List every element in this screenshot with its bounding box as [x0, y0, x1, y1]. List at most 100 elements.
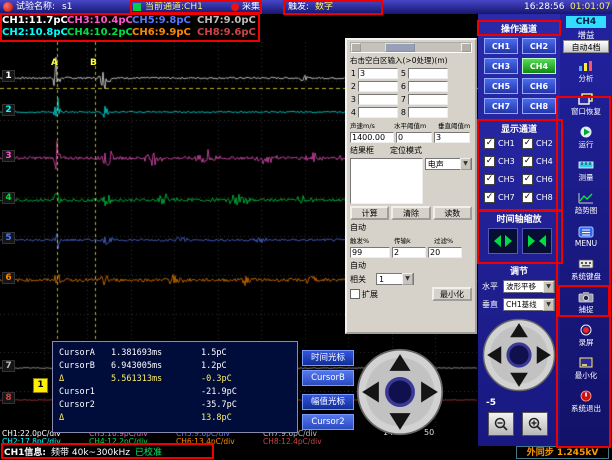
op-channel-ch8[interactable]: CH8: [522, 98, 556, 114]
trigger-pct-input[interactable]: [350, 247, 390, 258]
op-channel-ch1[interactable]: CH1: [484, 38, 518, 54]
horizontal-mode-value: 波形平移: [506, 281, 536, 292]
auto-row-2: 自动: [350, 260, 472, 271]
filter-pct-input[interactable]: [428, 247, 462, 258]
display-check-ch1[interactable]: CH1: [484, 138, 515, 149]
display-check-ch7[interactable]: CH7: [484, 192, 515, 203]
measure-button[interactable]: 测量: [561, 155, 611, 186]
sensor-input-2[interactable]: [358, 81, 398, 92]
info-value: 频带 40k~300kHz: [51, 447, 130, 459]
delta-amp: 13.8pC: [201, 412, 261, 425]
check-label: CH3: [498, 157, 515, 166]
sensor-input-4[interactable]: [358, 107, 398, 118]
system-keyboard-button[interactable]: 系统键盘: [561, 254, 611, 285]
mode-dropdown[interactable]: 电声: [425, 158, 472, 170]
minimize-button[interactable]: 最小化: [561, 353, 611, 384]
cursor-time: 1.381693ms: [111, 347, 201, 360]
minimize-dialog-button[interactable]: 最小化: [432, 287, 472, 301]
op-channel-ch5[interactable]: CH5: [484, 78, 518, 94]
display-check-ch8[interactable]: CH8: [522, 192, 553, 203]
trend-chart-button[interactable]: 趋势图: [561, 188, 611, 219]
cursor-delta-row: Δ 13.8pC: [59, 412, 297, 425]
dialog-scrollbar[interactable]: [350, 42, 472, 53]
display-check-ch5[interactable]: CH5: [484, 174, 515, 185]
info-label: CH1信息:: [4, 447, 46, 459]
dpad-center-button[interactable]: [508, 344, 530, 366]
time-cursor-button[interactable]: CursorB: [302, 370, 354, 386]
result-listbox[interactable]: [350, 158, 423, 204]
window-restore-button[interactable]: 窗口恢复: [561, 89, 611, 120]
display-check-ch6[interactable]: CH6: [522, 174, 553, 185]
display-check-ch4[interactable]: CH4: [522, 156, 553, 167]
calculate-button[interactable]: 计算: [350, 206, 389, 220]
checkbox-checked-icon: [522, 138, 533, 149]
display-check-ch3[interactable]: CH3: [484, 156, 515, 167]
amp-cursor-button[interactable]: Cursor2: [302, 414, 354, 430]
gain-mode-button[interactable]: 自动4档: [563, 40, 609, 53]
sensor-input-3[interactable]: [358, 94, 398, 105]
sensor-input-6[interactable]: [408, 81, 448, 92]
cursor-amp: 1.5pC: [201, 347, 261, 360]
scroll-left-arrow-icon[interactable]: [351, 43, 361, 52]
time-zoom-in-button[interactable]: [522, 228, 552, 254]
sensor-label: 4: [350, 108, 356, 117]
expand-check-group: 扩展: [350, 289, 378, 300]
button-label: 录屏: [579, 337, 594, 348]
record-indicator-icon: [231, 3, 239, 11]
op-channel-ch4[interactable]: CH4: [522, 58, 556, 74]
analysis-button[interactable]: 分析: [561, 56, 611, 87]
dialog-hint-label: 右击空白区输入(>0处理)(m): [350, 55, 472, 66]
run-button[interactable]: 运行: [561, 122, 611, 153]
trend-icon: [578, 192, 594, 204]
zoom-in-button[interactable]: [522, 412, 548, 436]
op-channel-ch3[interactable]: CH3: [484, 58, 518, 74]
transfer-input[interactable]: [392, 247, 426, 258]
v-threshold-input[interactable]: [434, 132, 470, 143]
button-label: 窗口恢复: [571, 106, 601, 117]
sensor-label: 8: [400, 108, 406, 117]
display-check-ch2[interactable]: CH2: [522, 138, 553, 149]
record-icon: [578, 324, 594, 336]
checkbox-checked-icon: [484, 156, 495, 167]
cursor-dpad[interactable]: [356, 348, 444, 436]
sensor-input-8[interactable]: [408, 107, 448, 118]
sensor-input-7[interactable]: [408, 94, 448, 105]
trace-select-badge[interactable]: 1: [33, 378, 48, 393]
op-channel-ch6[interactable]: CH6: [522, 78, 556, 94]
screen-record-button[interactable]: 录屏: [561, 320, 611, 351]
read-button[interactable]: 读数: [433, 206, 472, 220]
scrollbar-thumb[interactable]: [385, 43, 415, 52]
correlation-dropdown[interactable]: 1: [376, 273, 414, 285]
checkbox-checked-icon: [522, 192, 533, 203]
threshold-inputs-row: [350, 132, 472, 143]
expand-checkbox[interactable]: [350, 289, 360, 299]
cursor-name: CursorB: [59, 360, 111, 373]
dpad-center-button[interactable]: [387, 379, 413, 405]
trace-4-label: 4: [2, 192, 15, 204]
trace-7-label: 7: [2, 360, 15, 372]
menu-button[interactable]: MENU: [561, 221, 611, 252]
minimize-icon: [578, 357, 594, 369]
vertical-mode-dropdown[interactable]: CH1基线: [503, 298, 555, 311]
location-dialog: 右击空白区输入(>0处理)(m) 1 5 2 6 3 7 4 8 声速m/s: [345, 38, 477, 334]
h-threshold-input[interactable]: [396, 132, 432, 143]
cursor-b-label: B: [90, 58, 97, 68]
adjust-dpad[interactable]: [482, 318, 556, 392]
trace-8-label: 8: [2, 392, 15, 404]
speed-input[interactable]: [350, 132, 394, 143]
op-channel-ch2[interactable]: CH2: [522, 38, 556, 54]
clear-button[interactable]: 清除: [391, 206, 430, 220]
sensor-input-1[interactable]: [358, 68, 398, 79]
horizontal-mode-dropdown[interactable]: 波形平移: [503, 280, 555, 293]
zoom-out-button[interactable]: [488, 412, 514, 436]
check-label: CH6: [536, 175, 553, 184]
system-exit-button[interactable]: 系统退出: [561, 386, 611, 417]
op-channel-ch7[interactable]: CH7: [484, 98, 518, 114]
sensor-input-5[interactable]: [408, 68, 448, 79]
expand-label: 扩展: [362, 289, 378, 300]
time-zoom-out-button[interactable]: [488, 228, 518, 254]
active-channel-badge: CH4: [566, 16, 606, 28]
trigger-value: 数字: [315, 1, 333, 13]
capture-button[interactable]: 捕捉: [561, 287, 611, 318]
scroll-right-arrow-icon[interactable]: [461, 43, 471, 52]
